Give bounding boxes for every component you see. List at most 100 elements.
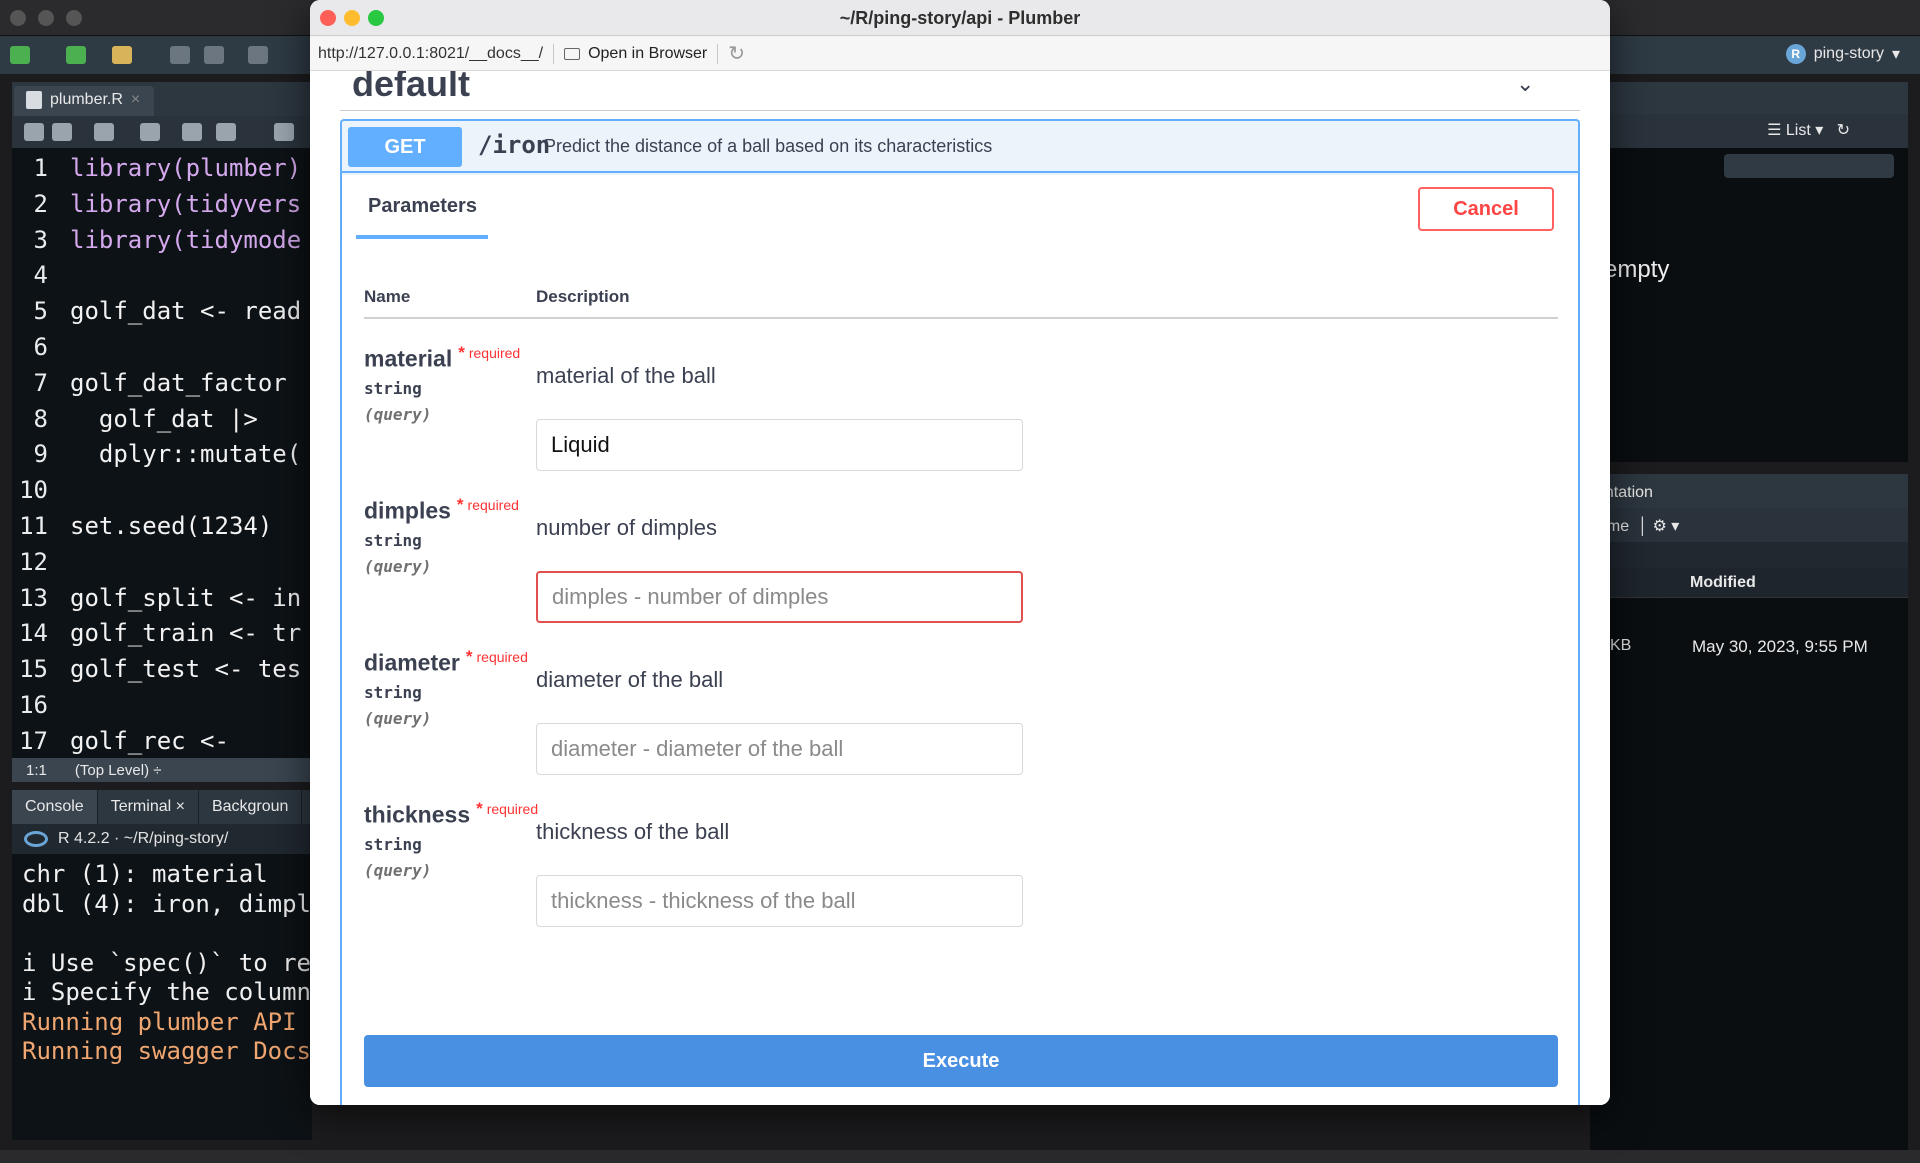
open-folder-icon[interactable] (112, 46, 132, 64)
required-label: required (476, 649, 528, 665)
forward-arrow-icon[interactable] (52, 123, 72, 141)
code-line: 11 set.seed(1234) (12, 508, 312, 544)
editor-status-bar: 1:1 (Top Level) ÷ (12, 758, 312, 782)
environment-toolbar (1590, 114, 1908, 148)
code-line: 1 library(plumber) (12, 150, 312, 186)
param-name: dimples * required (364, 495, 519, 525)
plumber-titlebar: ~/R/ping-story/api - Plumber (310, 0, 1610, 36)
save-icon[interactable] (140, 123, 160, 141)
operation-path: /iron (478, 131, 551, 159)
scope-selector[interactable]: (Top Level) ÷ (61, 762, 176, 779)
new-file-icon[interactable] (10, 46, 30, 64)
line-number: 14 (19, 619, 48, 648)
compile-report-icon[interactable] (274, 123, 294, 141)
close-window-icon[interactable] (320, 10, 336, 26)
chevron-down-icon[interactable]: ⌄ (1516, 71, 1534, 97)
parameters-body: Name Description material * required strin… (342, 241, 1578, 1105)
line-number: 11 (19, 512, 48, 540)
line-number: 13 (19, 583, 48, 612)
param-location: (query) (364, 557, 432, 576)
dimples-input[interactable] (536, 571, 1023, 623)
save-icon[interactable] (170, 46, 190, 64)
code-text: library(tidyvers (70, 189, 302, 218)
code-text: set.seed(1234) (70, 512, 273, 540)
code-line: 4 (12, 257, 312, 293)
code-line: 8 golf_dat |> (12, 401, 312, 437)
column-name-header: Name (364, 287, 411, 306)
line-number: 3 (33, 225, 48, 254)
param-row-thickness: thickness * required string (query) thickn… (342, 799, 1578, 951)
open-in-browser-button[interactable]: Open in Browser (564, 45, 707, 63)
thickness-input[interactable] (536, 875, 1023, 927)
magic-wand-icon[interactable] (216, 123, 236, 141)
tab-terminal[interactable]: Terminal × (98, 790, 199, 824)
code-line: 16 (12, 687, 312, 723)
section-title[interactable]: default (352, 71, 470, 105)
url-text[interactable]: http://127.0.0.1:8021/__docs__/ (310, 45, 543, 63)
refresh-icon[interactable]: ↻ (728, 41, 745, 66)
gear-icon[interactable]: ⚙ (1652, 518, 1666, 535)
line-number: 1 (33, 154, 48, 182)
method-badge: GET (348, 127, 462, 167)
code-line: 2 library(tidyvers (12, 186, 312, 222)
show-in-window-icon[interactable] (94, 123, 114, 141)
minimize-window-icon[interactable] (344, 10, 360, 26)
column-modified[interactable]: Modified (1690, 574, 1756, 592)
search-icon[interactable] (182, 123, 202, 141)
window-title: ~/R/ping-story/api - Plumber (839, 8, 1081, 28)
swagger-ui: default ⌄ GET /iron Predict the distance… (310, 71, 1610, 1105)
code-line: 15 golf_test <- tes (12, 651, 312, 687)
diameter-input[interactable] (536, 723, 1023, 775)
param-row-dimples: dimples * required string (query) number o… (342, 495, 1578, 647)
param-type: string (364, 379, 422, 398)
zoom-window-icon[interactable] (368, 10, 384, 26)
code-line: 12 (12, 544, 312, 580)
print-icon[interactable] (248, 46, 268, 64)
editor-tab-plumber[interactable]: plumber.R × (14, 86, 154, 116)
code-line: 17 golf_rec <- (12, 723, 312, 758)
close-window-icon[interactable] (10, 10, 26, 26)
environment-search-input[interactable] (1724, 154, 1894, 178)
param-type: string (364, 683, 422, 702)
console-output[interactable]: chr (1): material dbl (4): iron, dimple i … (12, 854, 312, 1140)
param-location: (query) (364, 861, 432, 880)
save-all-icon[interactable] (204, 46, 224, 64)
rename-button[interactable]: ame │ ⚙ ▾ (1598, 516, 1679, 536)
operation-summary[interactable]: GET /iron Predict the distance of a ball… (342, 121, 1578, 173)
code-text: golf_dat <- read (70, 297, 302, 326)
code-editor[interactable]: 1 library(plumber) 2 library(tidyvers 3 libra… (12, 148, 312, 758)
tab-background-jobs[interactable]: Backgroun (199, 790, 303, 824)
line-number: 10 (19, 476, 48, 505)
minimize-window-icon[interactable] (38, 10, 54, 26)
list-view-dropdown[interactable]: ☰ List ▾ ↻ (1767, 120, 1850, 140)
url-bar: http://127.0.0.1:8021/__docs__/ Open in … (310, 37, 1610, 71)
close-icon[interactable]: × (131, 91, 140, 116)
plumber-window: ~/R/ping-story/api - Plumber http://127.… (310, 0, 1610, 1105)
project-menu[interactable]: R ping-story ▾ (1785, 44, 1900, 64)
tab-console[interactable]: Console (12, 790, 98, 824)
param-name-text: material (364, 345, 453, 372)
r-project-icon: R (1785, 44, 1806, 64)
code-line: 3 library(tidymode (12, 222, 312, 258)
refresh-icon[interactable]: ↻ (1837, 122, 1850, 139)
list-view-label: List (1785, 122, 1811, 139)
param-type: string (364, 531, 422, 550)
files-path-bar (1590, 542, 1908, 568)
parameters-table: Name Description material * required strin… (342, 241, 1578, 1105)
divider (364, 317, 1558, 319)
code-text: library(tidymode (70, 225, 302, 254)
new-project-icon[interactable] (66, 46, 86, 64)
code-line: 14 golf_train <- tr (12, 615, 312, 651)
material-input[interactable] (536, 419, 1023, 471)
zoom-window-icon[interactable] (66, 10, 82, 26)
code-line: 9 dplyr::mutate( (12, 436, 312, 472)
cancel-button[interactable]: Cancel (1418, 187, 1554, 231)
column-description-header: Description (536, 287, 630, 306)
param-row-material: material * required string (query) materia… (342, 343, 1578, 495)
code-line: 5 golf_dat <- read (12, 293, 312, 329)
param-name-text: diameter (364, 649, 460, 676)
tab-parameters[interactable]: Parameters (368, 195, 477, 218)
execute-button[interactable]: Execute (364, 1035, 1558, 1087)
line-number: 9 (33, 440, 48, 469)
back-arrow-icon[interactable] (24, 123, 44, 141)
